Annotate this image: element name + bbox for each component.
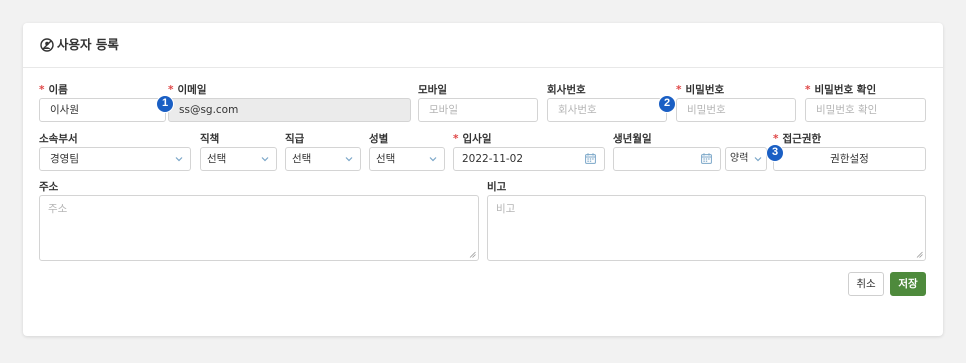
password-confirm-input[interactable]: 비밀번호 확인 — [805, 98, 926, 122]
birthday-input[interactable] — [613, 147, 721, 171]
cancel-button[interactable]: 취소 — [848, 272, 884, 296]
gender-label: 성별 — [369, 133, 389, 145]
annotation-badge-1: 1 — [156, 95, 174, 113]
calendar-type-select[interactable]: 양력 — [725, 147, 767, 171]
name-input[interactable]: 이사원 — [39, 98, 166, 122]
chevron-down-icon — [261, 157, 269, 162]
chevron-down-icon — [429, 157, 437, 162]
gender-select[interactable]: 선택 — [369, 147, 445, 171]
annotation-badge-3: 3 — [766, 144, 784, 162]
resize-handle-icon[interactable] — [916, 251, 923, 258]
hire-date-label: * 입사일 — [453, 133, 492, 145]
access-settings-button[interactable]: 권한설정 — [773, 147, 926, 171]
access-label: * 접근권한 — [773, 133, 822, 145]
remarks-textarea[interactable]: 비고 — [487, 195, 926, 261]
address-label: 주소 — [39, 181, 59, 193]
company-number-label: 회사번호 — [547, 84, 586, 96]
password-input[interactable]: 비밀번호 — [676, 98, 796, 122]
annotation-badge-2: 2 — [658, 95, 676, 113]
rank-value: 선택 — [292, 153, 312, 165]
chevron-down-icon — [175, 157, 183, 162]
calendar-icon[interactable] — [701, 153, 712, 164]
department-value: 경영팀 — [50, 153, 79, 165]
duty-value: 선택 — [207, 153, 227, 165]
gender-value: 선택 — [376, 153, 396, 165]
remarks-placeholder: 비고 — [496, 203, 516, 215]
mobile-input[interactable]: 모바일 — [418, 98, 538, 122]
email-label: * 이메일 — [168, 84, 207, 96]
password-confirm-label: * 비밀번호 확인 — [805, 84, 877, 96]
chevron-down-icon — [345, 157, 353, 162]
password-label: * 비밀번호 — [676, 84, 725, 96]
department-label: 소속부서 — [39, 133, 78, 145]
address-textarea[interactable]: 주소 — [39, 195, 479, 261]
department-select[interactable]: 경영팀 — [39, 147, 191, 171]
birthday-label: 생년월일 — [613, 133, 652, 145]
mobile-label: 모바일 — [418, 84, 447, 96]
calendar-type-value: 양력 — [730, 153, 749, 164]
duty-label: 직책 — [200, 133, 220, 145]
resize-handle-icon[interactable] — [469, 251, 476, 258]
hire-date-input[interactable]: 2022-11-02 — [453, 147, 605, 171]
user-registration-card: 사용자 등록 * 이름 * 이메일 모바일 회사번호 * 비밀번호 * 비밀번호 확인 … — [23, 23, 943, 336]
chevron-down-icon — [754, 157, 762, 162]
card-header: 사용자 등록 — [23, 23, 943, 68]
calendar-icon[interactable] — [585, 153, 596, 164]
hire-date-value: 2022-11-02 — [462, 153, 524, 165]
company-number-input[interactable]: 회사번호 — [547, 98, 667, 122]
rank-select[interactable]: 선택 — [285, 147, 361, 171]
user-slash-icon — [40, 38, 54, 52]
save-button[interactable]: 저장 — [890, 272, 926, 296]
duty-select[interactable]: 선택 — [200, 147, 277, 171]
page-title: 사용자 등록 — [57, 37, 119, 52]
rank-label: 직급 — [285, 133, 305, 145]
email-input[interactable]: ss@sg.com — [168, 98, 411, 122]
address-placeholder: 주소 — [48, 203, 68, 215]
remarks-label: 비고 — [487, 181, 507, 193]
name-label: * 이름 — [39, 84, 68, 96]
